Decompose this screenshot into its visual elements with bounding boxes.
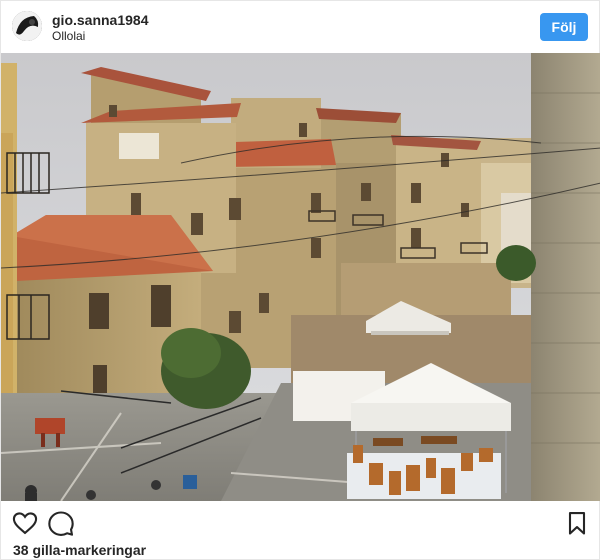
follow-button[interactable]: Följ [540,13,588,41]
heart-icon [12,512,38,535]
post-header: gio.sanna1984 Ollolai Följ [1,1,600,53]
likes-count[interactable]: 38 gilla-markeringar [13,542,146,558]
post-actions [1,501,600,541]
comment-icon [48,511,74,536]
post-image[interactable] [1,53,600,501]
instagram-post: gio.sanna1984 Ollolai Följ 38 gilla-mark… [0,0,600,560]
location[interactable]: Ollolai [52,29,85,43]
save-button[interactable] [563,509,591,537]
comment-button[interactable] [47,509,75,537]
like-button[interactable] [11,509,39,537]
avatar[interactable] [12,11,42,41]
bookmark-icon [568,512,586,535]
username[interactable]: gio.sanna1984 [52,12,149,28]
